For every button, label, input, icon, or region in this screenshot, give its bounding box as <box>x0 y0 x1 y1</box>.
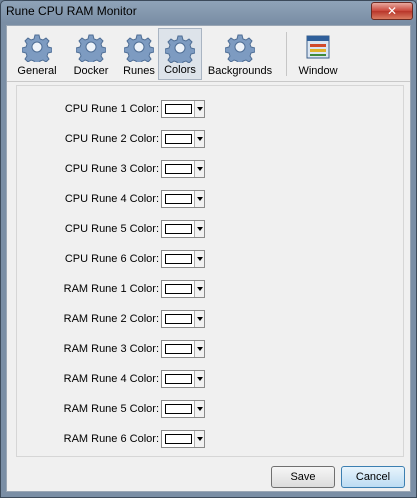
gear-icon <box>225 34 255 62</box>
color-swatch <box>165 164 192 174</box>
color-row-label: RAM Rune 3 Color: <box>63 343 159 355</box>
color-row: CPU Rune 3 Color: <box>17 160 237 180</box>
tab-runes-label: Runes <box>123 65 155 77</box>
tab-general-label: General <box>17 65 57 77</box>
color-swatch <box>165 404 192 414</box>
client-area: General Docker Runes Colors Backgrounds … <box>6 25 411 492</box>
color-swatch <box>165 434 192 444</box>
color-swatch <box>165 254 192 264</box>
color-picker-dropdown[interactable] <box>161 250 205 268</box>
tab-docker-label: Docker <box>73 65 109 77</box>
color-row-label: CPU Rune 6 Color: <box>64 253 159 265</box>
color-swatch <box>165 194 192 204</box>
color-row-label: RAM Rune 5 Color: <box>63 403 159 415</box>
color-row-label: CPU Rune 2 Color: <box>64 133 159 145</box>
chevron-down-icon[interactable] <box>194 311 204 327</box>
chevron-down-icon[interactable] <box>194 341 204 357</box>
color-row: CPU Rune 5 Color: <box>17 220 237 240</box>
tab-backgrounds-label: Backgrounds <box>207 65 273 77</box>
tab-window[interactable]: Window <box>292 28 344 80</box>
color-swatch <box>165 104 192 114</box>
color-picker-dropdown[interactable] <box>161 430 205 448</box>
color-row: CPU Rune 6 Color: <box>17 250 237 270</box>
color-picker-dropdown[interactable] <box>161 400 205 418</box>
chevron-down-icon[interactable] <box>194 221 204 237</box>
app-window: Rune CPU RAM Monitor ✕ General Docker Ru… <box>0 0 417 498</box>
chevron-down-icon[interactable] <box>194 371 204 387</box>
tab-docker[interactable]: Docker <box>67 28 115 80</box>
chevron-down-icon[interactable] <box>194 251 204 267</box>
color-row-label: CPU Rune 4 Color: <box>64 193 159 205</box>
close-button[interactable]: ✕ <box>371 2 413 20</box>
color-picker-dropdown[interactable] <box>161 190 205 208</box>
window-icon <box>306 35 330 59</box>
tab-colors[interactable]: Colors <box>158 28 202 80</box>
color-picker-dropdown[interactable] <box>161 220 205 238</box>
color-row-label: RAM Rune 1 Color: <box>63 283 159 295</box>
color-row: CPU Rune 1 Color: <box>17 100 237 120</box>
gear-icon <box>165 35 195 63</box>
color-row: RAM Rune 1 Color: <box>17 280 237 300</box>
color-picker-dropdown[interactable] <box>161 100 205 118</box>
color-picker-dropdown[interactable] <box>161 340 205 358</box>
gear-icon <box>124 34 154 62</box>
color-row: RAM Rune 5 Color: <box>17 400 237 420</box>
color-row: RAM Rune 3 Color: <box>17 340 237 360</box>
close-icon: ✕ <box>386 4 398 18</box>
color-picker-dropdown[interactable] <box>161 160 205 178</box>
color-row: RAM Rune 6 Color: <box>17 430 237 450</box>
color-swatch <box>165 224 192 234</box>
save-button[interactable]: Save <box>271 466 335 488</box>
color-swatch <box>165 344 192 354</box>
tab-general[interactable]: General <box>13 28 61 80</box>
chevron-down-icon[interactable] <box>194 131 204 147</box>
color-picker-dropdown[interactable] <box>161 370 205 388</box>
color-row: RAM Rune 2 Color: <box>17 310 237 330</box>
chevron-down-icon[interactable] <box>194 191 204 207</box>
color-swatch <box>165 134 192 144</box>
color-row: CPU Rune 2 Color: <box>17 130 237 150</box>
gear-icon <box>22 34 52 62</box>
chevron-down-icon[interactable] <box>194 161 204 177</box>
tab-window-label: Window <box>298 65 338 77</box>
color-picker-dropdown[interactable] <box>161 310 205 328</box>
tab-runes[interactable]: Runes <box>116 28 162 80</box>
color-swatch <box>165 314 192 324</box>
window-title: Rune CPU RAM Monitor <box>6 4 137 18</box>
settings-toolbar: General Docker Runes Colors Backgrounds … <box>7 26 410 82</box>
chevron-down-icon[interactable] <box>194 281 204 297</box>
color-row-label: RAM Rune 2 Color: <box>63 313 159 325</box>
cancel-button[interactable]: Cancel <box>341 466 405 488</box>
tab-colors-label: Colors <box>164 64 196 76</box>
color-row-label: CPU Rune 5 Color: <box>64 223 159 235</box>
gear-icon <box>76 34 106 62</box>
chevron-down-icon[interactable] <box>194 401 204 417</box>
color-row-label: CPU Rune 3 Color: <box>64 163 159 175</box>
toolbar-separator <box>286 32 287 76</box>
chevron-down-icon[interactable] <box>194 101 204 117</box>
colors-settings-panel: CPU Rune 1 Color: CPU Rune 2 Color: CPU … <box>16 85 404 457</box>
tab-backgrounds[interactable]: Backgrounds <box>204 28 276 80</box>
color-row: RAM Rune 4 Color: <box>17 370 237 390</box>
color-swatch <box>165 374 192 384</box>
color-picker-dropdown[interactable] <box>161 280 205 298</box>
title-bar[interactable]: Rune CPU RAM Monitor ✕ <box>1 1 416 23</box>
color-row-label: RAM Rune 4 Color: <box>63 373 159 385</box>
color-picker-dropdown[interactable] <box>161 130 205 148</box>
color-row: CPU Rune 4 Color: <box>17 190 237 210</box>
color-row-label: RAM Rune 6 Color: <box>63 433 159 445</box>
color-swatch <box>165 284 192 294</box>
color-row-label: CPU Rune 1 Color: <box>64 103 159 115</box>
chevron-down-icon[interactable] <box>194 431 204 447</box>
